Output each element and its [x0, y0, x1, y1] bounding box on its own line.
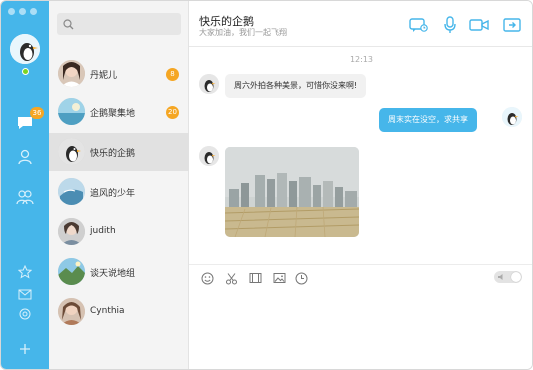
search-icon [63, 18, 74, 29]
my-avatar[interactable] [502, 107, 522, 127]
conversation-item-active[interactable]: 快乐的企鹅 [49, 133, 189, 171]
conversation-name: judith [90, 226, 116, 236]
city-skyline-image [225, 147, 359, 237]
close-window-button[interactable] [8, 8, 15, 15]
avatar [58, 218, 85, 245]
chat-header: 快乐的企鹅 大家加油，我们一起飞翔 [189, 1, 532, 47]
message-composer[interactable] [189, 289, 532, 369]
message-bubble-incoming[interactable]: 周六外拍各种美景，可惜你没来啊! [225, 74, 367, 98]
message-bubble-outgoing[interactable]: 周末实在没空，求共享 [379, 108, 477, 132]
conversation-name: 谈天说地组 [90, 269, 136, 279]
conversation-name: 丹妮儿 [90, 71, 118, 81]
avatar [58, 258, 85, 285]
conversation-item[interactable]: 谈天说地组 [49, 253, 189, 291]
voice-toggle[interactable] [494, 271, 522, 283]
microphone-icon[interactable] [439, 16, 461, 34]
clock-icon[interactable] [294, 271, 308, 285]
conversation-name: 快乐的企鹅 [90, 149, 136, 159]
share-icon[interactable] [501, 16, 523, 34]
zoom-window-button[interactable] [30, 8, 37, 15]
window-controls [8, 8, 37, 15]
scissors-icon[interactable] [224, 271, 238, 285]
message-timestamp: 12:13 [349, 55, 374, 64]
message-toolbar [189, 264, 532, 288]
conversation-item[interactable]: 丹妮儿 8 [49, 55, 189, 93]
user-avatar[interactable] [10, 34, 40, 64]
conversation-item[interactable]: 追风的少年 [49, 173, 189, 211]
avatar [58, 138, 85, 165]
video-chat-icon[interactable] [408, 16, 430, 34]
conversation-name: 追风的少年 [90, 189, 136, 199]
mail-icon[interactable] [15, 284, 35, 304]
app-window: 36 丹妮儿 8 企鹅聚集地 20 快乐的企鹅 追风的少年 judith 谈天说… [0, 0, 533, 370]
avatar [58, 98, 85, 125]
shared-photo-message[interactable] [225, 147, 359, 237]
camera-icon[interactable] [468, 16, 490, 34]
star-icon[interactable] [15, 262, 35, 282]
conversation-item[interactable]: 企鹅聚集地 20 [49, 93, 189, 131]
chat-unread-badge: 36 [30, 107, 44, 119]
add-icon[interactable] [15, 339, 35, 359]
avatar [58, 60, 85, 87]
online-status-dot [22, 68, 29, 75]
unread-badge: 8 [166, 68, 179, 81]
unread-badge: 20 [166, 106, 179, 119]
search-box[interactable] [57, 13, 181, 35]
search-input[interactable] [78, 14, 178, 34]
groups-icon[interactable] [15, 187, 35, 207]
toggle-knob [511, 272, 521, 282]
settings-icon[interactable] [15, 304, 35, 324]
conversation-item[interactable]: Cynthia [49, 293, 189, 331]
sender-avatar[interactable] [199, 146, 219, 166]
speaker-icon [498, 274, 503, 280]
conversation-list: 丹妮儿 8 企鹅聚集地 20 快乐的企鹅 追风的少年 judith 谈天说地组 … [49, 1, 189, 369]
sender-avatar[interactable] [199, 74, 219, 94]
sidebar-rail: 36 [1, 1, 49, 369]
avatar [58, 298, 85, 325]
chat-panel: 快乐的企鹅 大家加油，我们一起飞翔 12:13 周六外拍各种美景，可惜你没来啊!… [189, 1, 532, 369]
image-icon[interactable] [272, 271, 286, 285]
conversation-name: 企鹅聚集地 [90, 109, 136, 119]
film-icon[interactable] [248, 271, 262, 285]
chat-subtitle: 大家加油，我们一起飞翔 [199, 28, 287, 37]
conversation-name: Cynthia [90, 306, 125, 316]
minimize-window-button[interactable] [19, 8, 26, 15]
conversation-item[interactable]: judith [49, 213, 189, 251]
penguin-avatar-icon [10, 34, 40, 64]
emoji-icon[interactable] [200, 271, 214, 285]
contacts-icon[interactable] [15, 147, 35, 167]
avatar [58, 178, 85, 205]
